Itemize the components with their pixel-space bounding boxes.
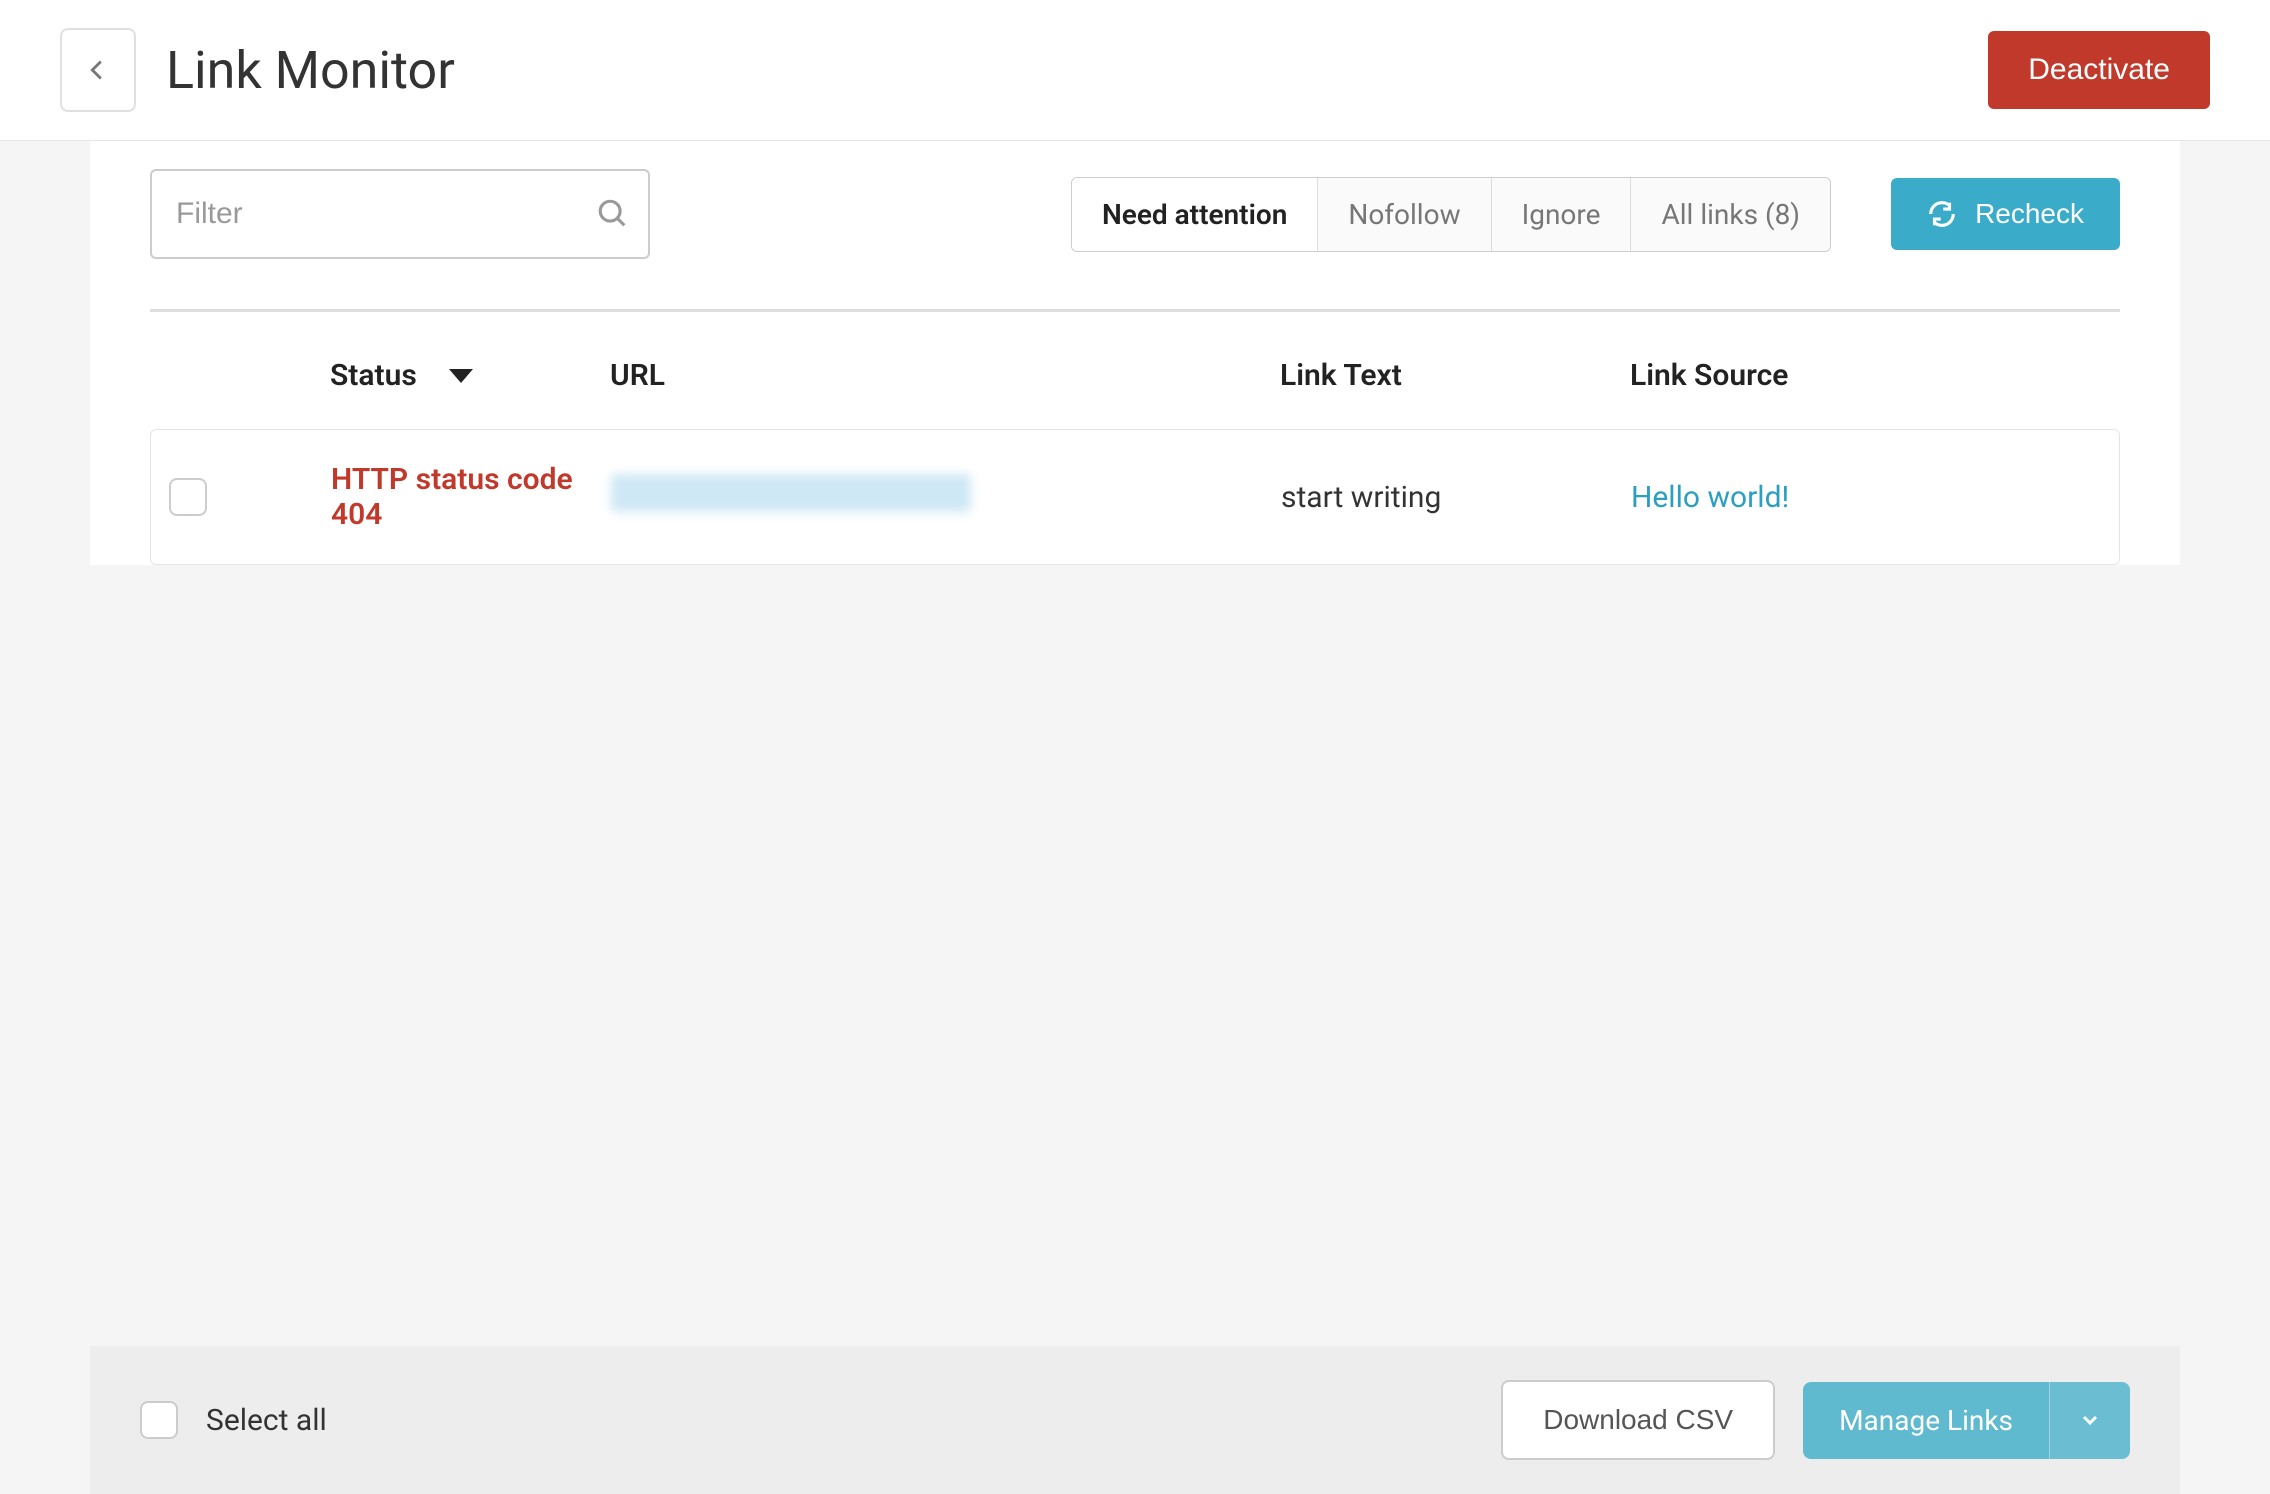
chevron-down-icon xyxy=(2078,1408,2102,1432)
recheck-button[interactable]: Recheck xyxy=(1891,178,2120,250)
tab-nofollow[interactable]: Nofollow xyxy=(1317,178,1490,251)
recheck-label: Recheck xyxy=(1975,198,2084,230)
back-button[interactable] xyxy=(60,28,136,112)
tab-need-attention[interactable]: Need attention xyxy=(1072,178,1317,251)
content-card: Need attention Nofollow Ignore All links… xyxy=(90,141,2180,565)
manage-links-label: Manage Links xyxy=(1803,1382,2049,1459)
search-icon xyxy=(596,197,630,231)
back-arrow-icon xyxy=(81,53,115,87)
select-all-checkbox[interactable] xyxy=(140,1401,178,1439)
manage-links-dropdown-toggle[interactable] xyxy=(2049,1382,2130,1459)
sort-desc-icon xyxy=(449,369,473,383)
links-table: Status URL Link Text Link Source HTTP st… xyxy=(90,309,2180,565)
bottom-bar: Select all Download CSV Manage Links xyxy=(90,1346,2180,1494)
row-checkbox[interactable] xyxy=(169,478,207,516)
row-url[interactable] xyxy=(611,474,1281,520)
page-title: Link Monitor xyxy=(166,40,455,101)
filter-input[interactable] xyxy=(150,169,650,259)
download-csv-button[interactable]: Download CSV xyxy=(1501,1380,1775,1460)
col-status[interactable]: Status xyxy=(250,358,610,393)
row-link-text: start writing xyxy=(1281,480,1631,515)
refresh-icon xyxy=(1927,199,1957,229)
deactivate-button[interactable]: Deactivate xyxy=(1988,31,2210,109)
col-link-source[interactable]: Link Source xyxy=(1630,358,2120,393)
col-url[interactable]: URL xyxy=(610,358,1280,393)
toolbar: Need attention Nofollow Ignore All links… xyxy=(90,151,2180,279)
select-all-label: Select all xyxy=(206,1403,327,1438)
redacted-url xyxy=(611,474,971,512)
table-header: Status URL Link Text Link Source xyxy=(150,312,2120,429)
tab-all-links[interactable]: All links (8) xyxy=(1630,178,1830,251)
page-header: Link Monitor Deactivate xyxy=(0,0,2270,141)
row-link-source[interactable]: Hello world! xyxy=(1631,480,1789,515)
manage-links-button[interactable]: Manage Links xyxy=(1803,1382,2130,1459)
table-row: HTTP status code 404 start writing Hello… xyxy=(150,429,2120,565)
row-status: HTTP status code 404 xyxy=(251,462,611,532)
tab-ignore[interactable]: Ignore xyxy=(1491,178,1631,251)
col-link-text[interactable]: Link Text xyxy=(1280,358,1630,393)
filter-tabs: Need attention Nofollow Ignore All links… xyxy=(1071,177,1831,252)
